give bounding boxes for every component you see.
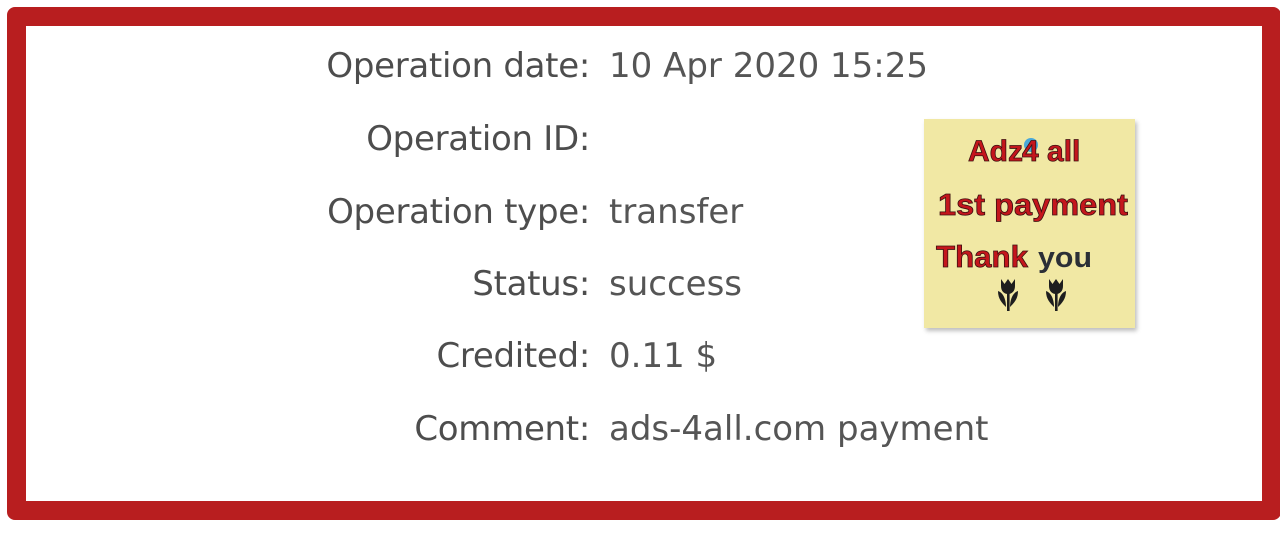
credited-row: Credited: 0.11 $ [26, 331, 1262, 381]
comment-value: ads-4all.com payment [609, 409, 989, 449]
sticker-graphic: Adz 4 all 1st payment Thank you [936, 135, 1128, 311]
comment-label: Comment: [414, 409, 590, 449]
credited-label: Credited: [436, 336, 590, 376]
operation-type-label: Operation type: [327, 192, 590, 232]
sticker-line3-you: you [1038, 242, 1092, 274]
status-label: Status: [472, 264, 590, 304]
sticker-line2: 1st payment [938, 187, 1128, 222]
tulip-icon [998, 279, 1018, 311]
tulip-icon [1046, 279, 1066, 311]
credited-value: 0.11 $ [609, 336, 718, 376]
operation-id-label: Operation ID: [366, 119, 590, 159]
sticker-line1-adz: Adz [968, 135, 1023, 168]
operation-details: Operation date: 10 Apr 2020 15:25 Operat… [26, 26, 1262, 501]
status-value: success [609, 264, 742, 304]
payment-details-frame: Operation date: 10 Apr 2020 15:25 Operat… [7, 7, 1280, 520]
operation-date-row: Operation date: 10 Apr 2020 15:25 [26, 41, 1262, 91]
sticker-line3-thank: Thank [936, 239, 1029, 274]
thank-you-sticker: Adz 4 all 1st payment Thank you [924, 119, 1135, 328]
sticker-line1-4all: 4 all [1022, 135, 1080, 168]
operation-type-value: transfer [609, 192, 744, 232]
operation-date-label: Operation date: [326, 46, 590, 86]
operation-date-value: 10 Apr 2020 15:25 [609, 46, 929, 86]
comment-row: Comment: ads-4all.com payment [26, 404, 1262, 454]
